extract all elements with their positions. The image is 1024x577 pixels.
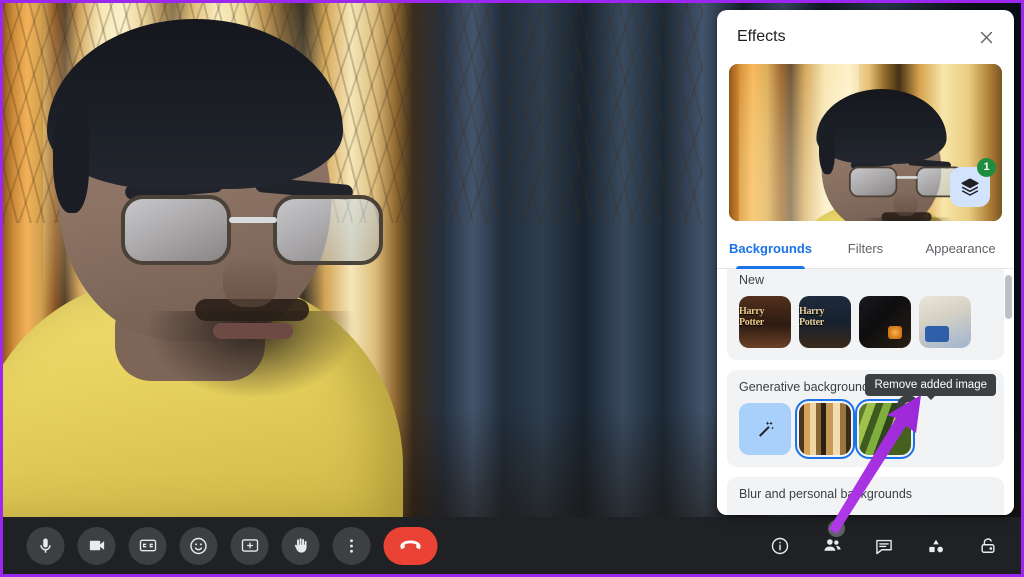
microphone-button[interactable]	[26, 526, 65, 565]
background-tile-amber-forest[interactable]	[795, 399, 855, 459]
bottom-toolbar: 1	[3, 517, 1021, 574]
background-tile-harry-potter-1[interactable]: Harry Potter	[739, 296, 791, 348]
background-tile-dark-room[interactable]	[859, 296, 911, 348]
people-button[interactable]: 1	[815, 519, 849, 563]
background-tile-living-room[interactable]	[919, 296, 971, 348]
tab-filters[interactable]: Filters	[818, 231, 913, 268]
layers-icon	[961, 178, 979, 196]
section-generative-tiles	[739, 395, 992, 459]
self-preview: 1	[729, 64, 1002, 221]
camera-icon	[89, 540, 104, 551]
present-now-button[interactable]	[230, 526, 269, 565]
preview-hair	[816, 89, 947, 175]
section-blur-title: Blur and personal backgrounds	[739, 487, 913, 501]
effects-tabs: Backgrounds Filters Appearance	[717, 231, 1014, 269]
more-vertical-icon	[350, 538, 353, 553]
call-controls	[26, 526, 438, 565]
camera-button[interactable]	[77, 526, 116, 565]
chat-button[interactable]	[867, 529, 901, 563]
chat-icon	[876, 539, 892, 554]
effects-panel-close-button[interactable]	[970, 21, 1002, 53]
meet-window: More options	[0, 0, 1024, 577]
more-options-button[interactable]	[332, 526, 371, 565]
glasses-lens-right	[273, 195, 383, 265]
preview-glasses	[848, 166, 965, 198]
host-controls-button[interactable]	[971, 529, 1005, 563]
section-new-title: New	[739, 273, 765, 287]
participant-silhouette	[3, 3, 423, 517]
tab-backgrounds[interactable]: Backgrounds	[723, 231, 818, 269]
section-new: New Harry Potter Harry Potter	[727, 269, 1004, 360]
people-badge: 1	[828, 519, 845, 537]
layers-badge: 1	[977, 158, 996, 177]
captions-button[interactable]	[128, 526, 167, 565]
tile-label: Harry Potter	[739, 306, 765, 328]
backgrounds-scroll-area[interactable]: New Harry Potter Harry Potter Generative…	[717, 269, 1014, 515]
lock-shield-icon	[981, 537, 995, 553]
tab-appearance[interactable]: Appearance	[913, 231, 1008, 268]
trash-icon	[905, 402, 911, 410]
participant-glasses	[121, 195, 383, 267]
participant-lips	[213, 323, 293, 339]
self-preview-container: 1	[717, 64, 1014, 231]
preview-lens-left	[848, 166, 898, 198]
section-new-tiles: Harry Potter Harry Potter	[739, 296, 992, 348]
emoji-icon	[190, 537, 207, 554]
present-screen-icon	[241, 539, 258, 552]
participant-hair	[47, 19, 343, 213]
microphone-icon	[40, 538, 51, 553]
section-generative-backgrounds: Generative backgrounds Remove added imag…	[727, 370, 1004, 467]
meeting-info-controls: 1	[763, 519, 1005, 563]
section-blur-personal: Blur and personal backgrounds	[727, 477, 1004, 515]
removable-background-wrapper	[855, 395, 919, 459]
effects-panel-header: Effects	[717, 10, 1014, 64]
tile-label: Harry Potter	[799, 306, 825, 328]
end-call-button[interactable]	[383, 526, 438, 565]
meeting-details-button[interactable]	[763, 529, 797, 563]
raise-hand-icon	[294, 538, 307, 553]
background-tile-harry-potter-2[interactable]: Harry Potter	[799, 296, 851, 348]
preview-glasses-bridge	[896, 176, 918, 179]
people-icon	[823, 539, 841, 551]
close-icon	[980, 31, 992, 43]
glasses-lens-left	[121, 195, 231, 265]
panel-scrollbar-thumb[interactable]	[1005, 275, 1012, 319]
effects-panel: Effects 1 Backgrounds Filters Appearance…	[717, 10, 1014, 515]
activities-button[interactable]	[919, 529, 953, 563]
effects-panel-title: Effects	[737, 28, 786, 45]
create-generative-background-button[interactable]	[739, 403, 791, 455]
magic-wand-icon	[759, 421, 775, 437]
captions-icon	[139, 539, 156, 552]
remove-added-image-tooltip: Remove added image	[865, 374, 996, 400]
raise-hand-button[interactable]	[281, 526, 320, 565]
activities-icon	[929, 539, 943, 552]
glasses-bridge	[229, 217, 277, 223]
end-call-icon	[400, 540, 421, 549]
remove-added-image-button[interactable]	[897, 395, 919, 417]
info-icon	[771, 537, 789, 554]
emoji-reaction-button[interactable]	[179, 526, 218, 565]
